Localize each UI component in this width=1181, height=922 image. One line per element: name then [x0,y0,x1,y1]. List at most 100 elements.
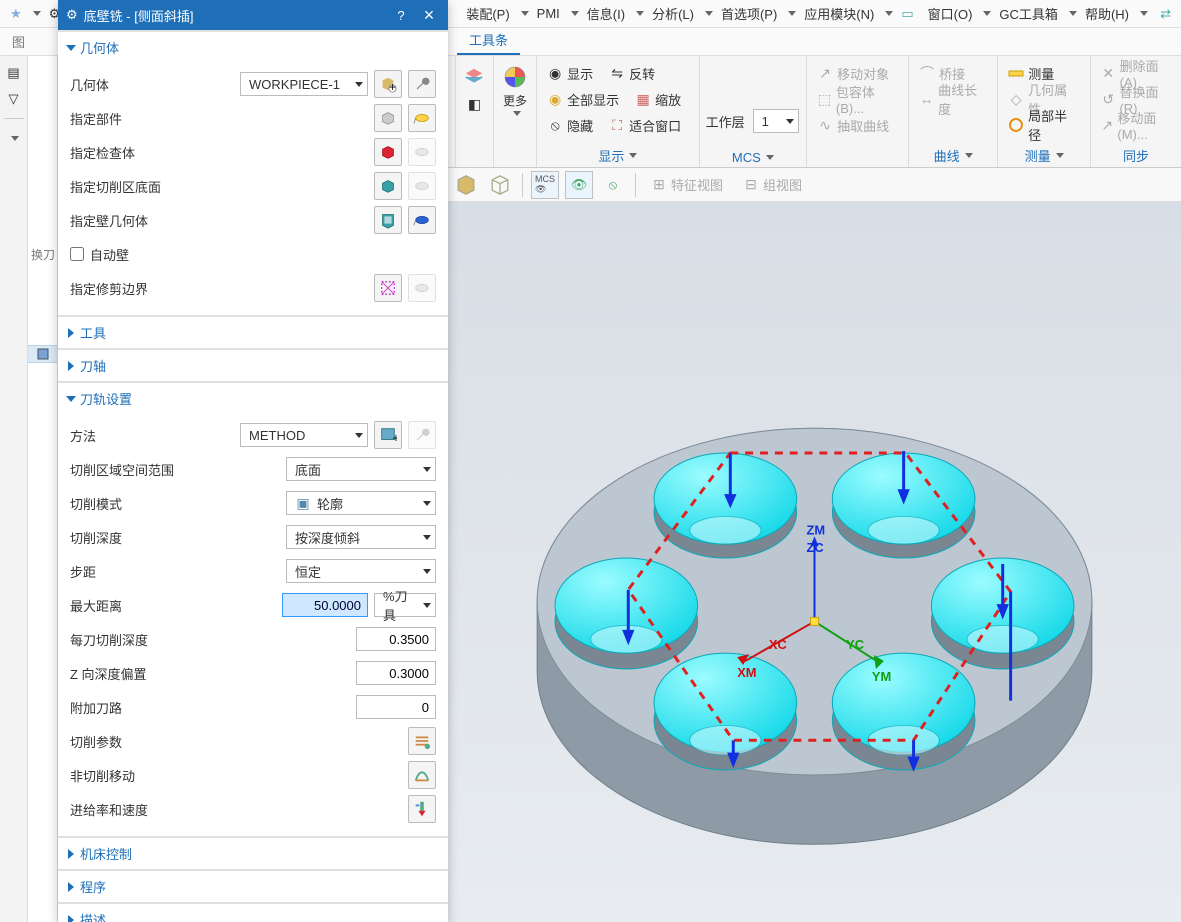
btn-hide[interactable]: ⦸隐藏 [543,115,597,136]
menu-info[interactable]: 信息(I) [581,2,631,25]
section-geometry: 几何体 几何体 WORKPIECE-1 + 指定部件 指定检查体 [58,30,448,315]
view-wire-icon[interactable] [486,171,514,199]
geom-part-label: 指定部件 [70,109,368,128]
swap-icon: ⇋ [609,65,625,81]
tree-selected-row[interactable] [28,345,57,363]
trim-display-icon[interactable] [408,274,436,302]
section-geometry-header[interactable]: 几何体 [58,32,448,63]
star-icon[interactable]: ★ [4,4,28,24]
btn-group-view[interactable]: ⊟组视图 [736,171,809,199]
rail-funnel-icon[interactable]: ▽ [3,88,25,110]
section-axis-header[interactable]: 刀轴 [58,350,448,381]
section-program-header[interactable]: 程序 [58,871,448,902]
geom-body-combo[interactable]: WORKPIECE-1 [240,72,368,96]
geom-wrench-icon[interactable] [408,70,436,98]
section-path-header[interactable]: 刀轨设置 [58,383,448,414]
feed-icon[interactable] [408,795,436,823]
chevron-down-icon [66,45,76,51]
view-shaded-icon[interactable]: 👁 [565,171,593,199]
autowall-check-input[interactable] [70,247,84,261]
section-desc-header[interactable]: 描述 [58,904,448,922]
btn-extract[interactable]: ∿抽取曲线 [813,115,893,136]
worklayer-combo[interactable]: 1 [753,109,799,133]
btn-zoom[interactable]: ▦缩放 [631,89,685,110]
mcs-icon[interactable]: MCS👁 [531,171,559,199]
left-rail: ▤ ▽ [0,56,28,922]
geom-new-icon[interactable]: + [374,70,402,98]
perdepth-input[interactable] [356,627,436,651]
trim-select-icon[interactable] [374,274,402,302]
btn-curvelen[interactable]: ↔曲线长度 [915,79,991,119]
view-hidden-icon[interactable]: ⦸ [599,171,627,199]
switch-icon[interactable]: ⇄ [1154,4,1177,24]
view-cube-icon[interactable] [452,171,480,199]
depth-combo[interactable]: 按深度倾斜 [286,525,436,549]
color-wheel-icon[interactable] [502,64,528,90]
rail-nav-icon[interactable]: ▤ [3,62,25,84]
menu-window[interactable]: 窗口(O) [922,2,979,25]
gear-icon[interactable]: ⚙ [66,7,78,23]
cutfloor-select-icon[interactable] [374,172,402,200]
menu-analysis[interactable]: 分析(L) [646,2,700,25]
section-machine-header[interactable]: 机床控制 [58,838,448,869]
method-wrench-icon[interactable] [408,421,436,449]
method-new-icon[interactable]: + [374,421,402,449]
more-label[interactable]: 更多 [503,92,527,109]
dialog-title: 底壁铣 - [侧面斜插] [84,6,384,25]
autowall-checkbox[interactable]: 自动壁 [70,245,129,264]
dropdown-arrow-icon[interactable] [33,11,41,16]
btn-feature-view[interactable]: ⊞特征视图 [644,171,730,199]
close-button[interactable]: × [418,4,440,26]
check-display-icon[interactable] [408,138,436,166]
axis-yc: YC [846,637,864,652]
part-select-icon[interactable] [374,104,402,132]
noncut-icon[interactable] [408,761,436,789]
menu-app-module[interactable]: 应用模块(N) [798,2,880,25]
layer-edit-icon[interactable]: ◧ [466,96,482,112]
maxdist-input[interactable] [282,593,368,617]
method-combo[interactable]: METHOD [240,423,368,447]
ribbon-tab-view[interactable]: 图 [0,28,37,55]
btn-move-face[interactable]: ↗移动面(M)... [1097,107,1175,143]
cutfloor-display-icon[interactable] [408,172,436,200]
axis-ym: YM [872,669,891,684]
3d-viewport[interactable]: ZM ZC XC XM YC YM [448,202,1181,922]
group-sync-title: 同步 [1123,146,1149,165]
part-display-icon[interactable] [408,104,436,132]
zoffset-input[interactable] [356,661,436,685]
spatial-combo[interactable]: 底面 [286,457,436,481]
section-tool-header[interactable]: 工具 [58,317,448,348]
menu-preferences[interactable]: 首选项(P) [715,2,783,25]
rail-dropdown-icon[interactable] [3,127,25,149]
wall-select-icon[interactable] [374,206,402,234]
depth-label: 切削深度 [70,528,280,547]
ribbon-group-curve2: ⌒桥接 ↔曲线长度 曲线 [909,56,998,167]
svg-text:+: + [393,432,398,444]
ribbon-group-more: 更多 [494,56,537,167]
btn-fit-window[interactable]: ⛶适合窗口 [605,115,685,136]
menu-assembly[interactable]: 装配(P) [460,2,515,25]
model-svg: ZM ZC XC XM YC YM [448,202,1181,922]
cutparam-icon[interactable] [408,727,436,755]
maxdist-unit-combo[interactable]: %刀具 [374,593,436,617]
extra-input[interactable] [356,695,436,719]
tree-tab-changeknife[interactable]: 换刀 [28,242,58,267]
step-combo[interactable]: 恒定 [286,559,436,583]
dialog-titlebar[interactable]: ⚙ 底壁铣 - [侧面斜插] ? × [58,0,448,30]
chevron-right-icon [68,915,74,922]
layer-icon[interactable] [463,66,485,88]
help-button[interactable]: ? [390,4,412,26]
eye-slash-icon: ⦸ [547,117,563,133]
wall-display-icon[interactable] [408,206,436,234]
btn-invert[interactable]: ⇋反转 [605,63,659,84]
btn-local-rad[interactable]: 局部半径 [1004,105,1084,145]
menu-gc-toolbox[interactable]: GC工具箱 [993,2,1064,25]
btn-show-all[interactable]: ◉全部显示 [543,89,623,110]
mode-combo[interactable]: ▣轮廓 [286,491,436,515]
globe-icon: ◉ [547,91,563,107]
btn-show[interactable]: ◉显示 [543,63,597,84]
menu-pmi[interactable]: PMI [531,4,566,23]
ribbon-tab-toolbar[interactable]: 工具条 [457,26,520,55]
menu-help[interactable]: 帮助(H) [1079,2,1135,25]
check-select-icon[interactable] [374,138,402,166]
